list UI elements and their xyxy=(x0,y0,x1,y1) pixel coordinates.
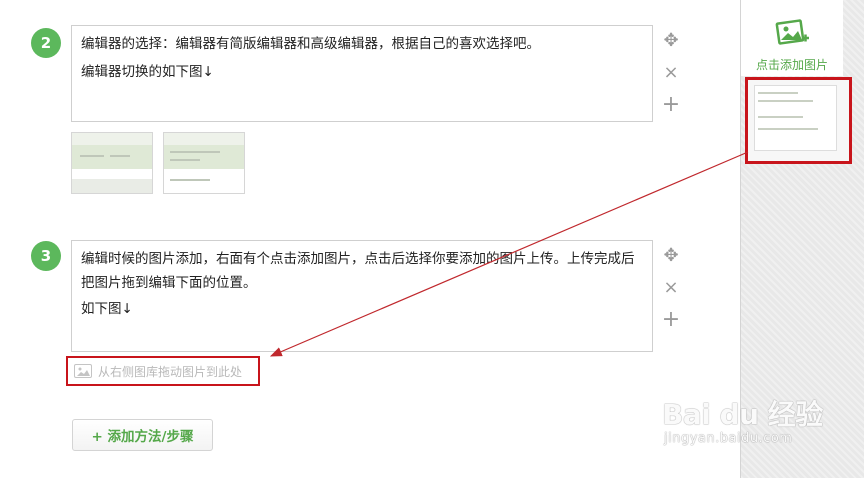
close-icon[interactable]: × xyxy=(662,62,680,83)
step-editor[interactable]: 编辑器的选择：编辑器有简版编辑器和高级编辑器，根据自己的喜欢选择吧。 编辑器切换… xyxy=(71,25,653,122)
step-text-line: 编辑时候的图片添加，右面有个点击添加图片，点击后选择你要添加的图片上传。上传完成… xyxy=(81,251,635,291)
image-drop-zone-label: 从右侧图库拖动图片到此处 xyxy=(98,364,243,379)
watermark-url: jingyan.baidu.com xyxy=(664,431,793,446)
step-text-line: 编辑器的选择：编辑器有简版编辑器和高级编辑器，根据自己的喜欢选择吧。 xyxy=(81,36,540,52)
step-text-line: 如下图↓ xyxy=(81,301,133,317)
add-step-button[interactable]: + 添加方法/步骤 xyxy=(72,419,213,451)
step-number-badge: 2 xyxy=(31,28,61,58)
add-image-label: 点击添加图片 xyxy=(755,58,828,72)
step-editor[interactable]: 编辑时候的图片添加，右面有个点击添加图片，点击后选择你要添加的图片上传。上传完成… xyxy=(71,240,653,352)
move-icon[interactable]: ✥ xyxy=(662,30,680,51)
step-image-thumbnail[interactable] xyxy=(71,132,153,194)
plus-icon[interactable]: + xyxy=(662,307,680,332)
image-icon xyxy=(74,364,92,378)
image-drop-zone[interactable]: 从右侧图库拖动图片到此处 xyxy=(66,356,260,386)
step-image-thumbnail[interactable] xyxy=(163,132,245,194)
close-icon[interactable]: × xyxy=(662,277,680,298)
step-number-badge: 3 xyxy=(31,241,61,271)
plus-icon[interactable]: + xyxy=(662,92,680,117)
add-image-button[interactable]: 点击添加图片 xyxy=(741,0,843,76)
watermark-logo: Bai du 经验 xyxy=(662,398,823,431)
uploaded-image-thumbnail[interactable] xyxy=(745,77,852,164)
move-icon[interactable]: ✥ xyxy=(662,245,680,266)
baidu-jingyan-watermark: Bai du 经验 jingyan.baidu.com xyxy=(662,398,823,447)
step-text-line: 编辑器切换的如下图↓ xyxy=(81,64,214,80)
add-image-icon xyxy=(775,19,809,45)
